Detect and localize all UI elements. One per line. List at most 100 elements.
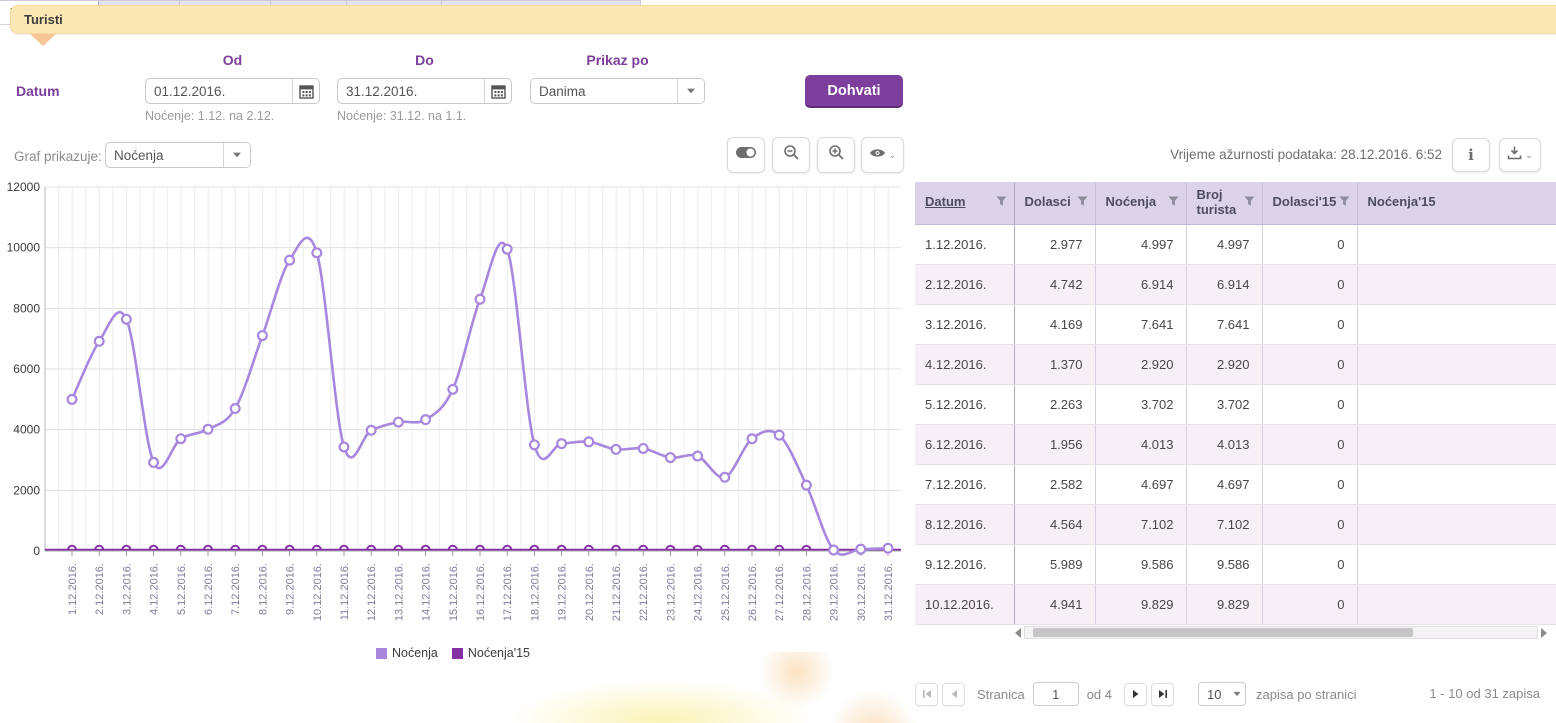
svg-text:15.12.2016.: 15.12.2016. bbox=[448, 563, 460, 621]
filter-icon[interactable] bbox=[1168, 196, 1179, 207]
cell-value bbox=[1357, 544, 1556, 584]
filter-icon[interactable] bbox=[1077, 196, 1088, 207]
scrollbar-track[interactable] bbox=[1024, 626, 1538, 639]
svg-text:8000: 8000 bbox=[13, 301, 40, 315]
svg-text:26.12.2016.: 26.12.2016. bbox=[747, 563, 759, 621]
date-from-field[interactable]: 01.12.2016. bbox=[145, 78, 320, 104]
chevron-down-icon[interactable] bbox=[1228, 683, 1245, 705]
prikaz-po-select[interactable]: Danima bbox=[530, 78, 705, 104]
column-header-3[interactable]: Broj turista bbox=[1186, 182, 1262, 224]
datum-label: Datum bbox=[16, 83, 60, 99]
date-from-hint: Noćenje: 1.12. na 2.12. bbox=[145, 109, 274, 123]
page-size-select[interactable]: 10 bbox=[1198, 682, 1246, 706]
cell-date: 7.12.2016. bbox=[915, 464, 1014, 504]
cell-date: 2.12.2016. bbox=[915, 264, 1014, 304]
next-page-button[interactable] bbox=[1124, 683, 1147, 706]
column-header-2[interactable]: Noćenja bbox=[1095, 182, 1186, 224]
table-row[interactable]: 5.12.2016.2.2633.7023.7020 bbox=[915, 384, 1556, 424]
scroll-left-arrow[interactable] bbox=[1015, 628, 1021, 638]
zoom-out-icon bbox=[783, 144, 800, 166]
visibility-menu-button[interactable]: ⌄ bbox=[861, 137, 904, 173]
page-size-value: 10 bbox=[1199, 683, 1228, 705]
calendar-icon[interactable] bbox=[292, 79, 319, 103]
prev-page-button[interactable] bbox=[942, 683, 965, 706]
table-horizontal-scrollbar[interactable] bbox=[1015, 625, 1547, 640]
cell-value: 0 bbox=[1262, 304, 1357, 344]
table-row[interactable]: 2.12.2016.4.7426.9146.9140 bbox=[915, 264, 1556, 304]
table-row[interactable]: 6.12.2016.1.9564.0134.0130 bbox=[915, 424, 1556, 464]
data-table: DatumDolasciNoćenjaBroj turistaDolasci'1… bbox=[915, 182, 1556, 625]
cell-value: 9.829 bbox=[1186, 584, 1262, 624]
cell-date: 4.12.2016. bbox=[915, 344, 1014, 384]
svg-text:13.12.2016.: 13.12.2016. bbox=[393, 563, 405, 621]
table-row[interactable]: 8.12.2016.4.5647.1027.1020 bbox=[915, 504, 1556, 544]
cell-value: 7.102 bbox=[1186, 504, 1262, 544]
zoom-out-button[interactable] bbox=[772, 137, 810, 173]
cell-value: 4.941 bbox=[1014, 584, 1095, 624]
tab-pointer-triangle bbox=[30, 34, 56, 46]
legend-swatch bbox=[376, 648, 387, 659]
cell-value: 9.586 bbox=[1186, 544, 1262, 584]
fetch-button[interactable]: Dohvati bbox=[805, 75, 903, 106]
last-page-button[interactable] bbox=[1151, 683, 1174, 706]
scroll-right-arrow[interactable] bbox=[1541, 628, 1547, 638]
svg-text:4000: 4000 bbox=[13, 423, 40, 437]
table-row[interactable]: 1.12.2016.2.9774.9974.9970 bbox=[915, 224, 1556, 264]
chevron-down-icon[interactable] bbox=[223, 143, 250, 167]
prikaz-po-label: Prikaz po bbox=[530, 52, 705, 68]
cell-value: 0 bbox=[1262, 464, 1357, 504]
first-page-button[interactable] bbox=[915, 683, 938, 706]
date-from-value[interactable]: 01.12.2016. bbox=[146, 79, 292, 103]
toggle-view-button[interactable] bbox=[727, 137, 765, 173]
zoom-in-button[interactable] bbox=[817, 137, 855, 173]
column-header-1[interactable]: Dolasci bbox=[1014, 182, 1095, 224]
column-header-0[interactable]: Datum bbox=[915, 182, 1014, 224]
svg-text:17.12.2016.: 17.12.2016. bbox=[502, 563, 514, 621]
cell-value: 4.013 bbox=[1186, 424, 1262, 464]
svg-text:6.12.2016.: 6.12.2016. bbox=[203, 563, 215, 615]
date-to-value[interactable]: 31.12.2016. bbox=[338, 79, 484, 103]
svg-text:23.12.2016.: 23.12.2016. bbox=[665, 563, 677, 621]
tab-label: Turisti bbox=[24, 12, 63, 27]
svg-text:29.12.2016.: 29.12.2016. bbox=[829, 563, 841, 621]
column-header-4[interactable]: Dolasci'15 bbox=[1262, 182, 1357, 224]
data-updated-label: Vrijeme ažurnosti podataka: 28.12.2016. … bbox=[1160, 147, 1442, 162]
chevron-down-icon: ⌄ bbox=[1525, 150, 1533, 161]
table-row[interactable]: 4.12.2016.1.3702.9202.9200 bbox=[915, 344, 1556, 384]
cell-value: 0 bbox=[1262, 584, 1357, 624]
table-row[interactable]: 10.12.2016.4.9419.8299.8290 bbox=[915, 584, 1556, 624]
table-row[interactable]: 3.12.2016.4.1697.6417.6410 bbox=[915, 304, 1556, 344]
date-to-field[interactable]: 31.12.2016. bbox=[337, 78, 512, 104]
od-label: Od bbox=[145, 52, 320, 68]
cell-value: 5.989 bbox=[1014, 544, 1095, 584]
svg-text:8.12.2016.: 8.12.2016. bbox=[257, 563, 269, 615]
cell-date: 5.12.2016. bbox=[915, 384, 1014, 424]
svg-text:31.12.2016.: 31.12.2016. bbox=[883, 563, 895, 621]
cell-value: 4.013 bbox=[1095, 424, 1186, 464]
svg-text:27.12.2016.: 27.12.2016. bbox=[774, 563, 786, 621]
cell-value: 9.829 bbox=[1095, 584, 1186, 624]
legend-item[interactable]: Noćenja bbox=[376, 646, 438, 660]
table-row[interactable]: 9.12.2016.5.9899.5869.5860 bbox=[915, 544, 1556, 584]
page-number-input[interactable] bbox=[1033, 682, 1079, 706]
svg-text:10.12.2016.: 10.12.2016. bbox=[312, 563, 324, 621]
filter-icon[interactable] bbox=[996, 196, 1007, 207]
tab-turisti[interactable]: Turisti bbox=[10, 5, 1556, 34]
cell-value: 4.697 bbox=[1186, 464, 1262, 504]
cell-date: 6.12.2016. bbox=[915, 424, 1014, 464]
filter-icon[interactable] bbox=[1244, 196, 1255, 207]
info-button[interactable]: i bbox=[1452, 138, 1490, 172]
cell-value: 0 bbox=[1262, 504, 1357, 544]
chevron-down-icon[interactable] bbox=[677, 79, 704, 103]
graf-series-select[interactable]: Noćenja bbox=[105, 142, 251, 168]
svg-text:5.12.2016.: 5.12.2016. bbox=[176, 563, 188, 615]
table-row[interactable]: 7.12.2016.2.5824.6974.6970 bbox=[915, 464, 1556, 504]
cell-value: 4.997 bbox=[1186, 224, 1262, 264]
download-menu-button[interactable]: ⌄ bbox=[1499, 138, 1541, 172]
scrollbar-thumb[interactable] bbox=[1033, 628, 1413, 637]
calendar-icon[interactable] bbox=[484, 79, 511, 103]
legend-item[interactable]: Noćenja'15 bbox=[452, 646, 530, 660]
column-header-5[interactable]: Noćenja'15 bbox=[1357, 182, 1556, 224]
cell-value bbox=[1357, 384, 1556, 424]
filter-icon[interactable] bbox=[1339, 196, 1350, 207]
